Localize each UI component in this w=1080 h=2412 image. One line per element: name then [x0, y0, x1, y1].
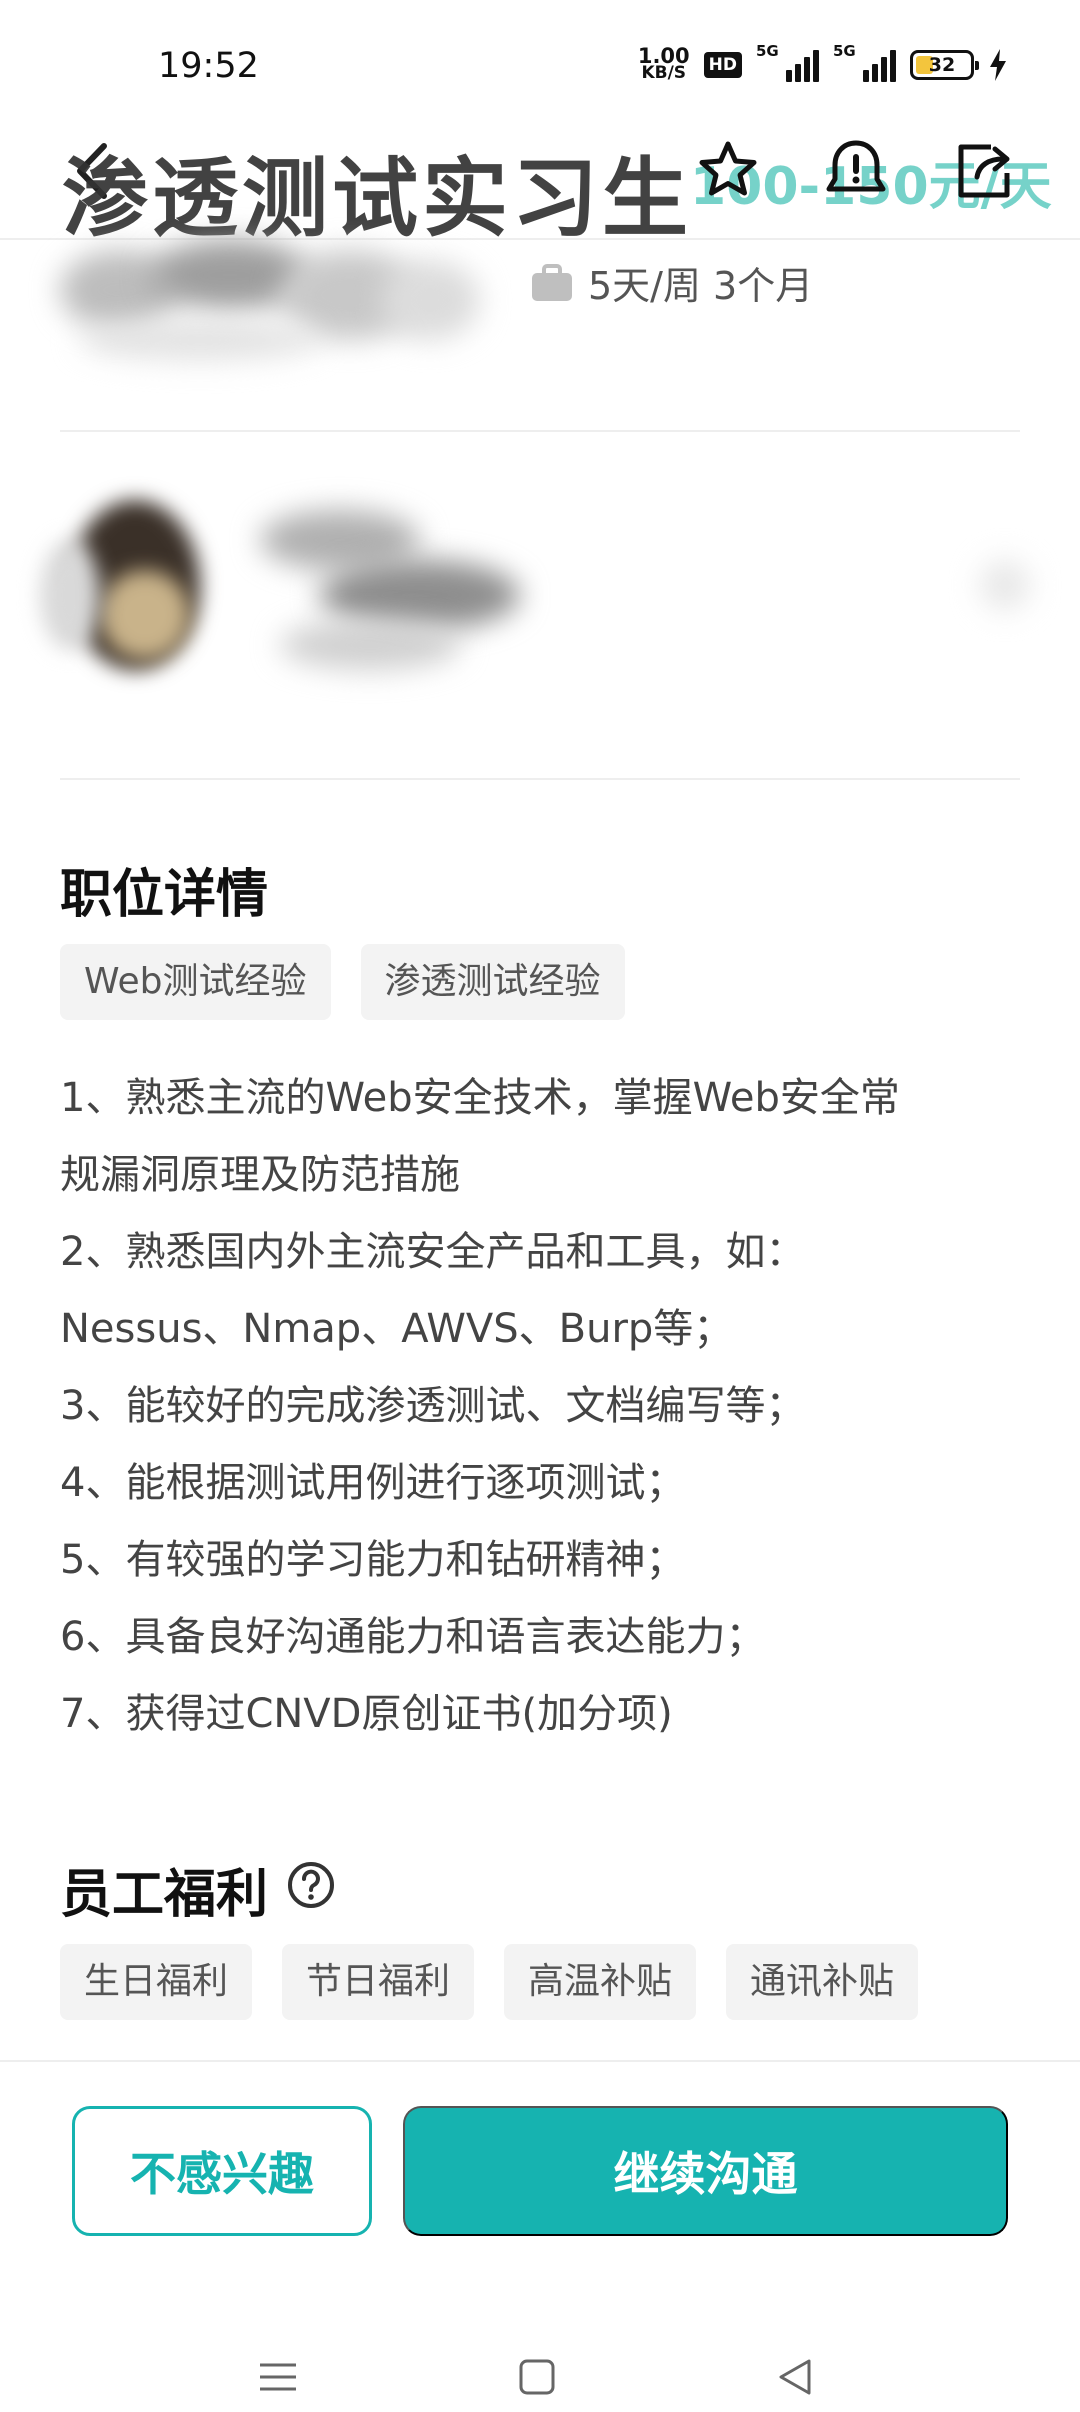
header-actions: [692, 134, 1020, 206]
description-line: 6、具备良好沟通能力和语言表达能力；: [60, 1614, 766, 1660]
system-back-button[interactable]: [760, 2342, 830, 2412]
company-logo[interactable]: [40, 480, 240, 700]
benefit-tag: 通讯补贴: [726, 1944, 919, 2020]
chevron-right-icon[interactable]: [980, 560, 1030, 610]
description-line: 7、获得过CNVD原创证书(加分项): [60, 1691, 673, 1737]
skill-tag: Web测试经验: [60, 944, 331, 1020]
job-description: 1、熟悉主流的Web安全技术，掌握Web安全常 规漏洞原理及防范措施 2、熟悉国…: [60, 1060, 1020, 1753]
warning-icon: [826, 140, 886, 192]
home-square-icon: [519, 2359, 555, 2395]
benefit-tag: 高温补贴: [504, 1944, 697, 2020]
status-bar: 19:52 1.00 KB/S HD 5G 5G 32: [0, 0, 1080, 130]
not-interested-button[interactable]: 不感兴趣: [72, 2106, 372, 2236]
report-button[interactable]: [820, 134, 892, 206]
job-details-title: 职位详情: [60, 865, 269, 925]
favorite-button[interactable]: [692, 134, 764, 206]
status-time: 19:52: [158, 46, 259, 86]
share-icon: [958, 144, 1010, 198]
status-icons: 1.00 KB/S HD 5G 5G 32: [638, 42, 1008, 83]
share-button[interactable]: [948, 134, 1020, 206]
divider: [60, 778, 1020, 780]
charging-icon: [990, 49, 1006, 81]
redacted-company-name: [260, 490, 520, 690]
network-speed-unit: KB/S: [641, 63, 687, 83]
briefcase-icon: [532, 263, 572, 301]
description-line: 2、熟悉国内外主流安全产品和工具，如：: [60, 1229, 806, 1275]
bottom-action-bar: 不感兴趣 继续沟通: [0, 2060, 1080, 2412]
help-icon[interactable]: [286, 1860, 336, 1910]
home-button[interactable]: [502, 2342, 572, 2412]
benefit-tags: 生日福利 节日福利 高温补贴 通讯补贴: [60, 1944, 919, 2020]
battery-level: 32: [928, 54, 956, 76]
description-line: 4、能根据测试用例进行逐项测试；: [60, 1460, 686, 1506]
menu-icon: [260, 2363, 296, 2391]
signal-icon-2: 5G: [833, 42, 896, 82]
network-speed: 1.00 KB/S: [638, 46, 690, 83]
signal-1-label: 5G: [756, 42, 779, 60]
description-line: 1、熟悉主流的Web安全技术，掌握Web安全常: [60, 1075, 900, 1121]
benefits-title: 员工福利: [60, 1865, 269, 1925]
description-line: 5、有较强的学习能力和钻研精神；: [60, 1537, 686, 1583]
hd-voice-icon: HD: [703, 52, 742, 78]
job-meta: 5天/周 3个月: [530, 255, 813, 310]
description-line: 3、能较好的完成渗透测试、文档编写等；: [60, 1383, 806, 1429]
menu-button[interactable]: [243, 2342, 313, 2412]
signal-icon-1: 5G: [756, 42, 819, 82]
continue-chat-button[interactable]: 继续沟通: [403, 2106, 1008, 2236]
signal-2-label: 5G: [833, 42, 856, 60]
job-schedule: 5天/周 3个月: [588, 264, 814, 308]
divider: [60, 430, 1020, 432]
battery-icon: 32: [910, 50, 979, 80]
page-title: 渗透测试实习生: [62, 149, 692, 249]
star-icon: [699, 141, 757, 196]
skill-tags: Web测试经验 渗透测试经验: [60, 944, 625, 1020]
benefit-tag: 节日福利: [282, 1944, 475, 2020]
header-bar: 渗透测试实习生 100-150元/天: [0, 120, 1080, 249]
skill-tag: 渗透测试经验: [360, 944, 625, 1020]
description-line: Nessus、Nmap、AWVS、Burp等；: [60, 1306, 734, 1352]
system-navigation-bar: [0, 2342, 1080, 2412]
triangle-back-icon: [779, 2359, 811, 2395]
benefit-tag: 生日福利: [60, 1944, 253, 2020]
description-line: 规漏洞原理及防范措施: [60, 1152, 460, 1198]
